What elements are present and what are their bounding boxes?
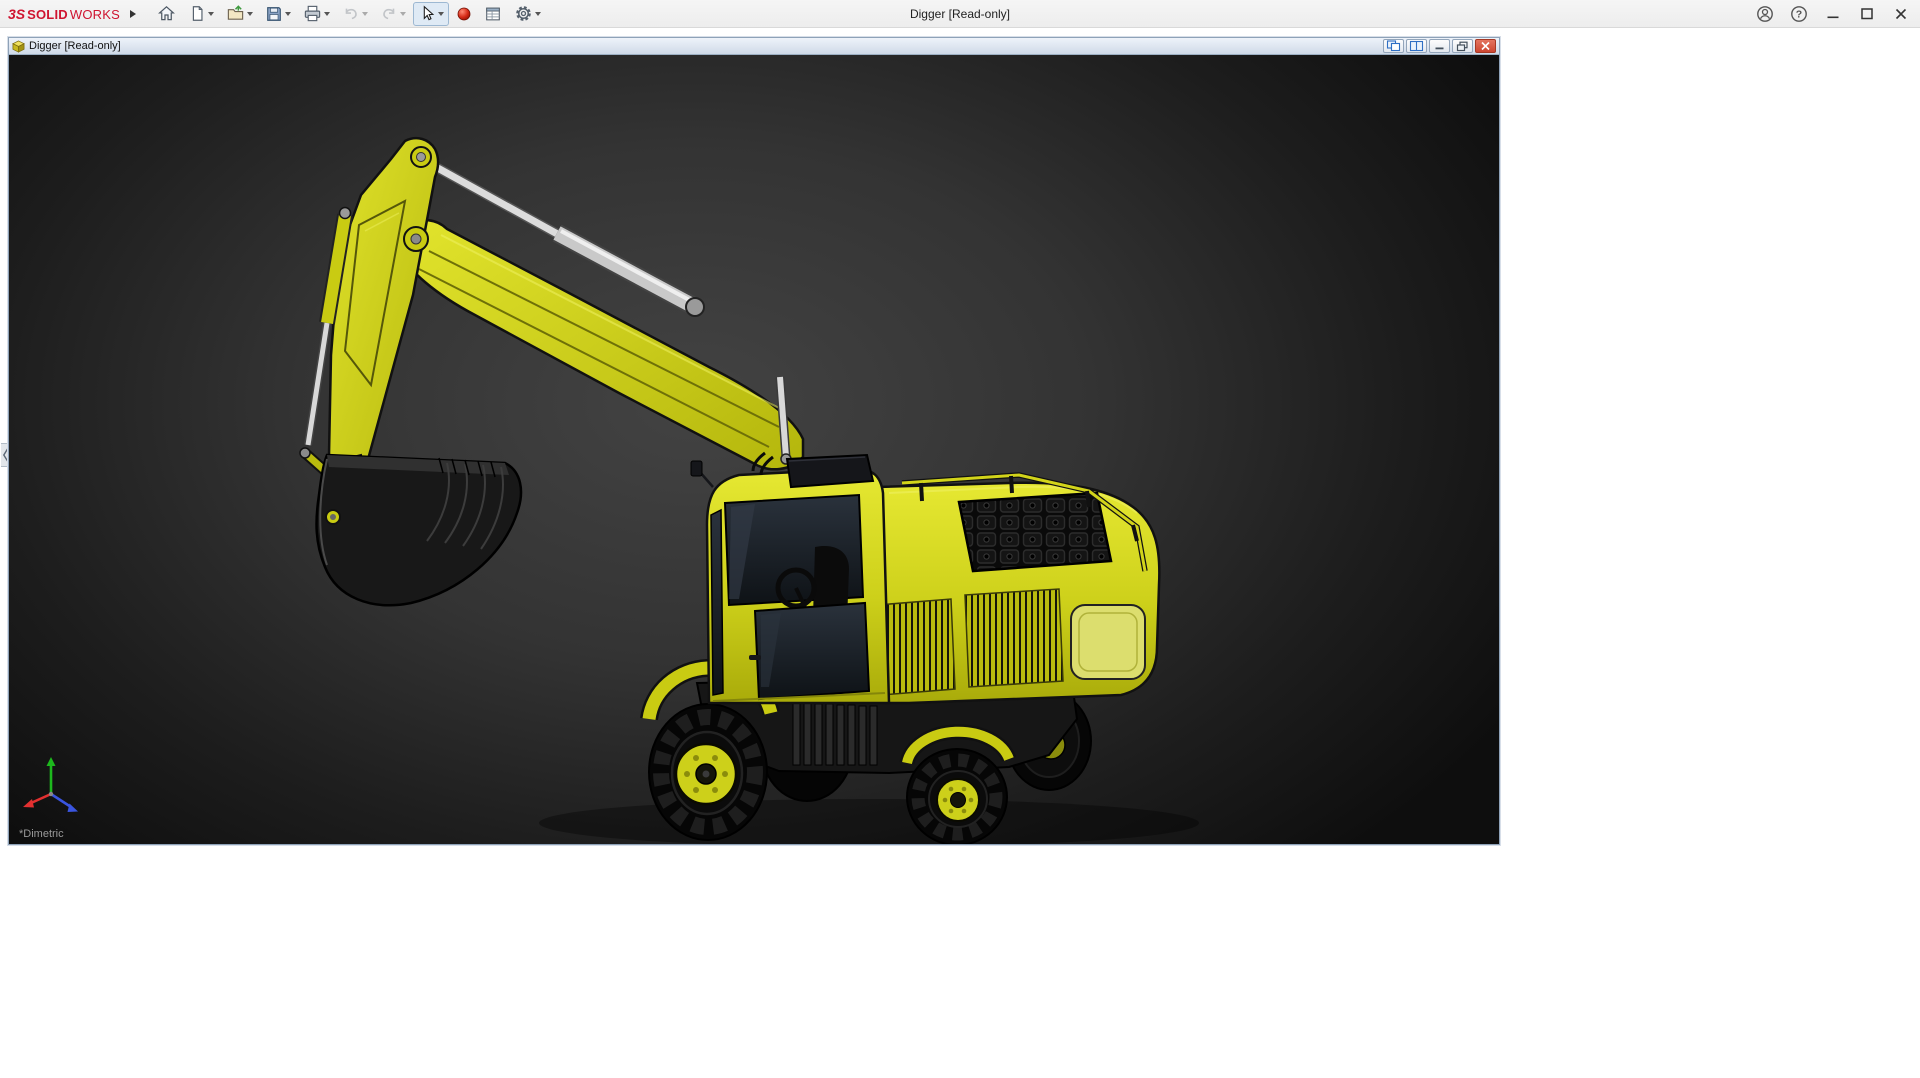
lifecycle-button[interactable]	[451, 2, 477, 26]
tile-windows-button[interactable]	[1406, 39, 1427, 53]
bucket[interactable]	[317, 455, 521, 605]
solidworks-logo: 3S SOLIDWORKS	[8, 6, 120, 22]
document-title: Digger [Read-only]	[29, 40, 121, 52]
select-cursor-icon	[418, 4, 436, 23]
home-button[interactable]	[152, 2, 181, 26]
svg-text:?: ?	[1796, 9, 1802, 21]
cab-left-glass	[711, 510, 723, 695]
view-orientation-label: *Dimetric	[19, 828, 64, 840]
undo-icon	[342, 5, 360, 23]
door-handle	[749, 655, 761, 660]
doc-restore-icon	[1456, 41, 1469, 52]
menu-expand-arrow-icon[interactable]	[130, 10, 136, 18]
new-document-icon	[188, 4, 206, 23]
3ds-logo-mark: 3S	[8, 6, 25, 22]
new-dropdown-caret[interactable]	[208, 12, 214, 16]
select-dropdown-caret[interactable]	[438, 12, 444, 16]
ground-shadow	[539, 799, 1199, 844]
viewport-3d[interactable]: *Dimetric	[9, 55, 1499, 844]
document-window: Digger [Read-only]	[8, 37, 1500, 845]
display-pane-icon	[484, 5, 502, 23]
y-axis-arrow	[47, 757, 56, 766]
orientation-triad[interactable]	[21, 754, 91, 820]
options-button[interactable]	[509, 2, 546, 26]
red-sphere-icon	[456, 6, 472, 22]
display-pane-button[interactable]	[479, 2, 507, 26]
mdi-client-area: Digger [Read-only]	[0, 29, 1920, 1078]
tile-windows-icon	[1409, 40, 1424, 52]
doc-close-icon	[1479, 41, 1492, 51]
redo-button[interactable]	[375, 2, 411, 26]
x-axis-arrow	[23, 799, 34, 808]
open-dropdown-caret[interactable]	[247, 12, 253, 16]
doc-restore-button[interactable]	[1452, 39, 1473, 53]
close-icon	[1891, 4, 1911, 24]
side-mirror	[691, 461, 702, 476]
close-button[interactable]	[1888, 2, 1914, 26]
options-dropdown-caret[interactable]	[535, 12, 541, 16]
redo-dropdown-caret[interactable]	[400, 12, 406, 16]
doc-close-button[interactable]	[1475, 39, 1496, 53]
maximize-icon	[1857, 4, 1877, 24]
save-icon	[265, 5, 283, 23]
help-icon: ?	[1789, 4, 1809, 24]
minimize-icon	[1823, 4, 1843, 24]
help-button[interactable]: ?	[1786, 2, 1812, 26]
gear-icon	[514, 4, 533, 23]
undo-button[interactable]	[337, 2, 373, 26]
side-vent-right	[965, 589, 1063, 687]
minimize-button[interactable]	[1820, 2, 1846, 26]
maximize-button[interactable]	[1854, 2, 1880, 26]
print-icon	[303, 4, 322, 23]
print-button[interactable]	[298, 2, 335, 26]
doc-minimize-button[interactable]	[1429, 39, 1450, 53]
new-document-button[interactable]	[183, 2, 219, 26]
excavator-model[interactable]	[9, 55, 1499, 844]
user-account-icon	[1755, 4, 1775, 24]
wheel-front-right[interactable]	[907, 749, 1007, 844]
wheel-front-left[interactable]	[649, 704, 767, 840]
doc-minimize-icon	[1433, 41, 1446, 51]
undo-dropdown-caret[interactable]	[362, 12, 368, 16]
save-button[interactable]	[260, 2, 296, 26]
engine-housing[interactable]	[853, 475, 1159, 703]
open-button[interactable]	[221, 2, 258, 26]
boom-stick-joint-pin[interactable]	[404, 227, 428, 251]
print-dropdown-caret[interactable]	[324, 12, 330, 16]
save-dropdown-caret[interactable]	[285, 12, 291, 16]
app-titlebar[interactable]: 3S SOLIDWORKS	[0, 0, 1920, 28]
account-button[interactable]	[1752, 2, 1778, 26]
document-titlebar[interactable]: Digger [Read-only]	[9, 38, 1499, 55]
cascade-windows-button[interactable]	[1383, 39, 1404, 53]
open-folder-icon	[226, 4, 245, 23]
home-icon	[157, 4, 176, 23]
cascade-windows-icon	[1386, 40, 1401, 52]
cab[interactable]	[691, 455, 889, 703]
assembly-document-icon	[12, 40, 25, 53]
select-tool-button[interactable]	[413, 2, 449, 26]
redo-icon	[380, 5, 398, 23]
